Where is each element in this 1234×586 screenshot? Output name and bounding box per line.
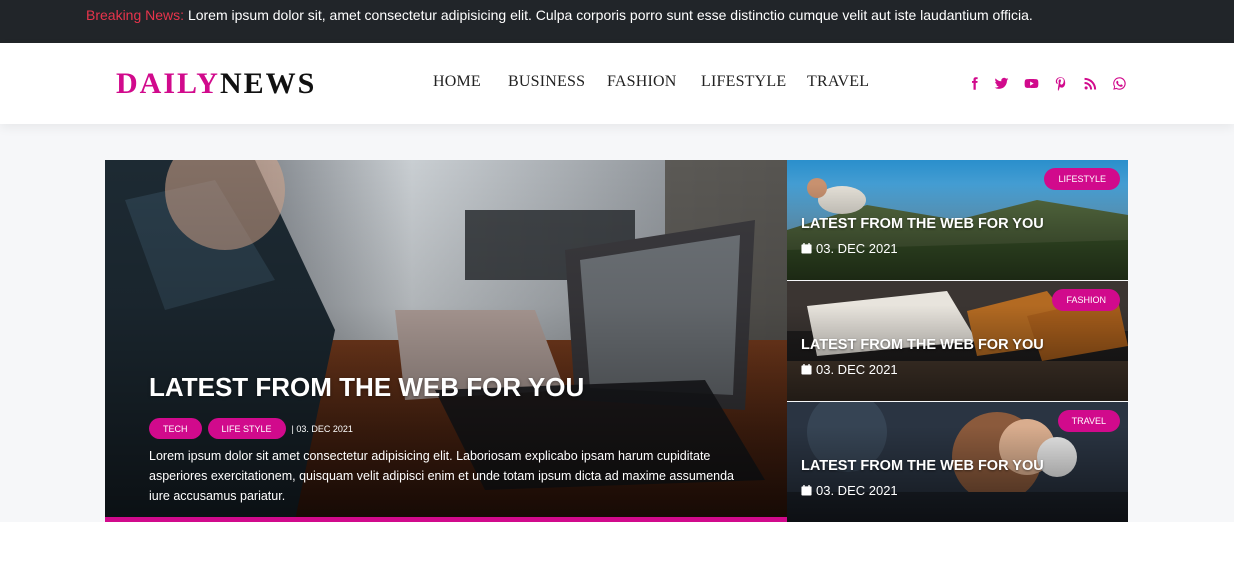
nav-home[interactable]: HOME <box>433 73 481 91</box>
pinterest-icon[interactable] <box>1051 74 1069 92</box>
side-post-date-text: 03. DEC 2021 <box>816 241 898 256</box>
side-post-date: 03. DEC 2021 <box>801 483 898 498</box>
side-post-title[interactable]: LATEST FROM THE WEB FOR YOU <box>801 337 1044 353</box>
site-header: DAILYNEWS HOME BUSINESS FASHION LIFESTYL… <box>0 43 1234 124</box>
featured-post-date: | 03. DEC 2021 <box>291 423 353 434</box>
youtube-icon[interactable] <box>1022 74 1040 92</box>
side-post-lifestyle[interactable]: LIFESTYLE LATEST FROM THE WEB FOR YOU 03… <box>787 160 1128 280</box>
rss-icon[interactable] <box>1081 74 1099 92</box>
logo-daily: DAILY <box>116 67 220 100</box>
whatsapp-icon[interactable] <box>1110 74 1128 92</box>
side-post-date-text: 03. DEC 2021 <box>816 483 898 498</box>
featured-post-accent-line <box>105 517 787 522</box>
breaking-news-bar: Breaking News: Lorem ipsum dolor sit, am… <box>0 0 1234 43</box>
side-post-date: 03. DEC 2021 <box>801 362 898 377</box>
nav-lifestyle[interactable]: LIFESTYLE <box>701 73 786 91</box>
breaking-news-label: Breaking News: <box>86 7 185 23</box>
featured-post-meta: TECH LIFE STYLE | 03. DEC 2021 <box>149 418 353 439</box>
category-badge-lifestyle[interactable]: LIFESTYLE <box>1044 168 1120 190</box>
facebook-icon[interactable] <box>965 74 983 92</box>
tag-lifestyle[interactable]: LIFE STYLE <box>207 418 286 439</box>
nav-travel[interactable]: TRAVEL <box>807 73 869 91</box>
featured-post[interactable]: LATEST FROM THE WEB FOR YOU TECH LIFE ST… <box>105 160 787 522</box>
twitter-icon[interactable] <box>992 74 1010 92</box>
side-post-travel[interactable]: TRAVEL LATEST FROM THE WEB FOR YOU 03. D… <box>787 402 1128 522</box>
nav-business[interactable]: BUSINESS <box>508 73 585 91</box>
featured-post-excerpt: Lorem ipsum dolor sit amet consectetur a… <box>149 449 735 503</box>
calendar-icon <box>801 243 812 254</box>
category-badge-travel[interactable]: TRAVEL <box>1057 410 1120 432</box>
calendar-icon <box>801 364 812 375</box>
calendar-icon <box>801 485 812 496</box>
tag-tech[interactable]: TECH <box>149 418 202 439</box>
nav-fashion[interactable]: FASHION <box>607 73 677 91</box>
side-post-date: 03. DEC 2021 <box>801 241 898 256</box>
side-post-title[interactable]: LATEST FROM THE WEB FOR YOU <box>801 458 1044 474</box>
side-post-date-text: 03. DEC 2021 <box>816 362 898 377</box>
side-post-fashion[interactable]: FASHION LATEST FROM THE WEB FOR YOU 03. … <box>787 281 1128 401</box>
site-logo[interactable]: DAILYNEWS <box>116 67 316 101</box>
featured-post-title[interactable]: LATEST FROM THE WEB FOR YOU <box>149 372 584 403</box>
side-post-title[interactable]: LATEST FROM THE WEB FOR YOU <box>801 216 1044 232</box>
breaking-news-text[interactable]: Lorem ipsum dolor sit, amet consectetur … <box>188 7 1033 23</box>
category-badge-fashion[interactable]: FASHION <box>1052 289 1120 311</box>
logo-news: NEWS <box>219 67 317 100</box>
